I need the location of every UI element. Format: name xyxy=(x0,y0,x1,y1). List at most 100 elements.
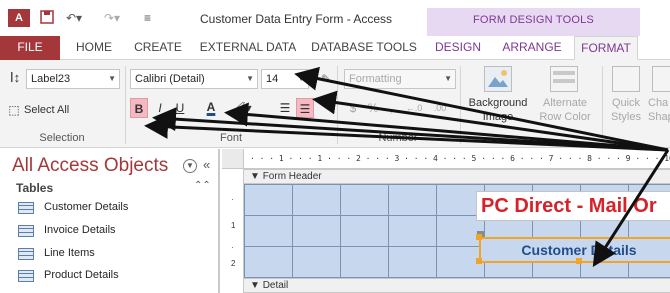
access-app-icon[interactable]: A xyxy=(8,9,30,27)
chevron-down-icon: ▼ xyxy=(108,74,116,83)
table-icon xyxy=(18,202,34,214)
section-arrow-icon: ▼ xyxy=(250,171,263,182)
group-separator xyxy=(460,66,461,144)
tab-create[interactable]: CREATE xyxy=(128,36,188,60)
format-painter-icon[interactable]: ✎ xyxy=(316,69,336,89)
resize-handle[interactable] xyxy=(476,234,482,240)
ribbon: Ⅰ↕ Label23 ▼ ⬚ Select All Selection Cali… xyxy=(0,60,670,148)
tab-arrange[interactable]: ARRANGE xyxy=(496,36,568,60)
italic-button[interactable]: I xyxy=(152,98,168,118)
nav-menu-chevron-icon[interactable]: ▼ xyxy=(183,159,197,173)
select-all-icon: ⬚ xyxy=(8,103,20,117)
quick-styles-button[interactable]: Quick xyxy=(606,96,646,110)
comma-button[interactable]: , xyxy=(386,98,396,118)
currency-button[interactable]: $ xyxy=(346,98,360,118)
decrease-decimals-button[interactable]: .00 xyxy=(428,98,452,118)
percent-button[interactable]: % xyxy=(366,98,380,118)
vruler-mark: 1 xyxy=(231,221,236,230)
table-icon xyxy=(18,248,34,260)
save-icon[interactable] xyxy=(40,10,54,26)
font-size-value: 14 xyxy=(266,73,279,85)
navigation-pane: All Access Objects ▼ « Tables ⌃⌃ Custome… xyxy=(0,149,220,293)
background-image-label-2: Image xyxy=(482,111,514,123)
tab-database-tools[interactable]: DATABASE TOOLS xyxy=(308,36,420,60)
property-icon: Ⅰ↕ xyxy=(9,70,21,85)
form-header-label: Form Header xyxy=(262,171,322,182)
group-separator xyxy=(602,66,603,144)
chevron-down-icon: ▼ xyxy=(297,74,305,83)
table-icon xyxy=(18,270,34,282)
tab-external-data[interactable]: EXTERNAL DATA xyxy=(196,36,300,60)
bold-button[interactable]: B xyxy=(130,98,148,118)
underline-button[interactable]: U xyxy=(172,98,188,118)
customize-qat-icon[interactable]: ≡ xyxy=(144,10,151,26)
format-placeholder: Formatting xyxy=(349,73,402,85)
ribbon-tabs: FILE HOME CREATE EXTERNAL DATA DATABASE … xyxy=(0,36,670,60)
nav-section-tables[interactable]: Tables xyxy=(16,181,53,195)
vruler-mark: · xyxy=(231,195,234,204)
chevron-up-icon[interactable]: ⌃⌃ xyxy=(194,180,211,191)
nav-item-label: Product Details xyxy=(44,269,119,281)
nav-item-line-items[interactable]: Line Items xyxy=(18,245,208,263)
vertical-ruler[interactable]: · 1 · 2 xyxy=(222,169,244,293)
detail-label: Detail xyxy=(262,280,289,291)
align-left-icon[interactable]: ☰ xyxy=(276,98,294,118)
vruler-mark: 2 xyxy=(231,259,236,268)
font-group-label: Font xyxy=(219,132,242,144)
nav-item-label: Line Items xyxy=(44,247,95,259)
object-selector-value: Label23 xyxy=(31,73,71,85)
change-shape-label-2: Shap xyxy=(648,111,670,123)
nav-item-label: Customer Details xyxy=(44,201,129,213)
background-image-icon[interactable] xyxy=(484,66,512,92)
vruler-mark: · xyxy=(231,243,234,252)
align-center-icon[interactable]: ☰ xyxy=(296,98,314,118)
selection-group-label: Selection xyxy=(39,132,85,144)
section-arrow-icon: ▼ xyxy=(250,280,263,291)
quick-styles-icon[interactable] xyxy=(612,66,640,92)
redo-icon[interactable]: ↷▾ xyxy=(104,10,120,26)
collapse-pane-icon[interactable]: « xyxy=(203,157,210,172)
horizontal-ruler[interactable]: · · · 1 · · · 1 · · · 2 · · · 3 · · · 4 … xyxy=(244,149,670,169)
font-size-combo[interactable]: 14 ▼ xyxy=(261,69,309,89)
title-bar: A ↶▾ ↷▾ ≡ Customer Data Entry Form - Acc… xyxy=(0,0,670,36)
background-image-button[interactable]: Background xyxy=(466,96,530,110)
nav-pane-title[interactable]: All Access Objects xyxy=(12,155,168,177)
change-shape-button[interactable]: Cha xyxy=(648,96,670,110)
object-selector[interactable]: Label23 ▼ xyxy=(26,69,120,89)
customer-details-label[interactable]: Customer Details xyxy=(479,237,670,263)
context-tab-title: FORM DESIGN TOOLS xyxy=(473,14,594,26)
number-group-label: Number xyxy=(378,132,418,144)
title-label[interactable]: PC Direct - Mail Or xyxy=(476,191,670,221)
detail-bar[interactable]: ▼ Detail xyxy=(244,278,670,293)
table-icon xyxy=(18,225,34,237)
change-shape-icon[interactable] xyxy=(652,66,670,92)
increase-decimals-button[interactable]: ←.0 xyxy=(402,98,426,118)
form-designer: · · · 1 · · · 1 · · · 2 · · · 3 · · · 4 … xyxy=(222,149,670,293)
tab-format[interactable]: FORMAT xyxy=(574,36,638,60)
font-name-combo[interactable]: Calibri (Detail) ▼ xyxy=(130,69,258,89)
tab-home[interactable]: HOME xyxy=(68,36,120,60)
alternate-row-color-label-2: Row Color xyxy=(539,111,591,123)
nav-item-product-details[interactable]: Product Details xyxy=(18,267,208,285)
format-combo[interactable]: Formatting ▼ xyxy=(344,69,456,89)
chevron-down-icon: ▼ xyxy=(444,74,452,83)
tab-design[interactable]: DESIGN xyxy=(432,36,484,60)
tab-file[interactable]: FILE xyxy=(0,36,60,60)
background-color-icon[interactable]: 🖌▾ xyxy=(228,98,254,118)
form-selector[interactable] xyxy=(222,149,244,169)
form-header-bar[interactable]: ▼ Form Header xyxy=(244,169,670,184)
chevron-down-icon: ▼ xyxy=(246,74,254,83)
select-all-button[interactable]: Select All xyxy=(24,100,69,120)
resize-handle[interactable] xyxy=(476,258,482,264)
resize-handle[interactable] xyxy=(576,258,582,264)
nav-item-label: Invoice Details xyxy=(44,224,116,236)
nav-item-invoice-details[interactable]: Invoice Details xyxy=(18,222,208,240)
alternate-row-color-button[interactable]: Alternate xyxy=(534,96,596,110)
quick-styles-label-2: Styles xyxy=(611,111,641,123)
window-title: Customer Data Entry Form - Access xyxy=(200,12,393,26)
font-name-value: Calibri (Detail) xyxy=(135,73,205,85)
nav-item-customer-details[interactable]: Customer Details xyxy=(18,199,208,217)
font-color-button[interactable]: A xyxy=(200,97,222,117)
alternate-row-color-icon[interactable] xyxy=(550,66,578,92)
undo-icon[interactable]: ↶▾ xyxy=(66,10,82,26)
